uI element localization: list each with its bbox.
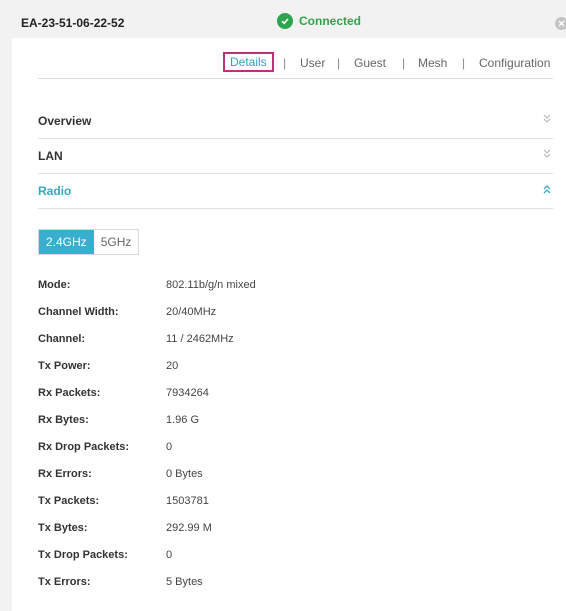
field-value: 0 [166, 549, 173, 561]
tab-mesh[interactable]: Mesh [418, 56, 447, 70]
field-label: Rx Drop Packets: [38, 441, 130, 453]
section-radio[interactable]: Radio [38, 174, 553, 209]
tab-bar: Details | User | Guest | Mesh | Configur… [12, 52, 553, 76]
field-label: Tx Drop Packets: [38, 549, 128, 561]
tabs-divider [38, 78, 553, 79]
field-row: Channel Width: 20/40MHz [38, 303, 538, 323]
field-row: Channel: 11 / 2462MHz [38, 330, 538, 350]
device-name: EA-23-51-06-22-52 [21, 16, 125, 30]
field-value: 1.96 G [166, 414, 200, 426]
field-value: 292.99 M [166, 522, 212, 534]
field-value: 11 / 2462MHz [166, 333, 234, 345]
field-row: Tx Errors: 5 Bytes [38, 573, 538, 593]
tab-separator: | [283, 56, 287, 70]
field-label: Tx Packets: [38, 495, 100, 507]
tab-separator: | [462, 56, 466, 70]
field-value: 5 Bytes [166, 576, 203, 588]
field-value: 0 [166, 441, 173, 453]
field-label: Rx Errors: [38, 468, 92, 480]
field-row: Tx Packets: 1503781 [38, 492, 538, 512]
connection-status: Connected [277, 11, 361, 31]
field-value: 20/40MHz [166, 306, 217, 318]
field-value: 0 Bytes [166, 468, 203, 480]
close-icon[interactable] [555, 17, 566, 30]
field-row: Rx Drop Packets: 0 [38, 438, 538, 458]
field-row: Tx Bytes: 292.99 M [38, 519, 538, 539]
chevron-double-down-icon[interactable] [541, 112, 553, 126]
field-row: Tx Power: 20 [38, 357, 538, 377]
section-overview[interactable]: Overview [38, 104, 553, 139]
band-5ghz-button[interactable]: 5GHz [93, 230, 139, 254]
field-label: Channel Width: [38, 306, 119, 318]
field-row: Rx Packets: 7934264 [38, 384, 538, 404]
tab-configuration[interactable]: Configuration [479, 56, 550, 70]
field-value: 802.11b/g/n mixed [166, 279, 256, 291]
band-2-4ghz-button[interactable]: 2.4GHz [39, 230, 94, 254]
panel-header: EA-23-51-06-22-52 Connected [12, 8, 566, 38]
field-label: Mode: [38, 279, 71, 291]
field-label: Rx Bytes: [38, 414, 89, 426]
field-label: Rx Packets: [38, 387, 101, 399]
section-title-lan: LAN [38, 149, 63, 163]
tab-guest[interactable]: Guest [354, 56, 386, 70]
field-row: Mode: 802.11b/g/n mixed [38, 276, 538, 296]
field-label: Tx Bytes: [38, 522, 88, 534]
field-row: Rx Errors: 0 Bytes [38, 465, 538, 485]
tab-user[interactable]: User [300, 56, 325, 70]
tab-details[interactable]: Details [223, 52, 274, 72]
band-selector: 2.4GHz 5GHz [38, 229, 140, 255]
field-label: Tx Errors: [38, 576, 91, 588]
section-title-overview: Overview [38, 114, 92, 128]
field-value: 20 [166, 360, 179, 372]
field-value: 1503781 [166, 495, 209, 507]
section-lan[interactable]: LAN [38, 139, 553, 174]
status-text: Connected [299, 14, 362, 28]
section-title-radio: Radio [38, 184, 72, 198]
tab-separator: | [337, 56, 341, 70]
field-row: Tx Drop Packets: 0 [38, 546, 538, 566]
device-details-panel: EA-23-51-06-22-52 Connected Details | Us… [12, 8, 566, 611]
check-circle-icon [277, 13, 293, 29]
chevron-double-up-icon[interactable] [541, 182, 553, 196]
field-label: Tx Power: [38, 360, 91, 372]
chevron-double-down-icon[interactable] [541, 147, 553, 161]
tab-separator: | [402, 56, 406, 70]
field-row: Rx Bytes: 1.96 G [38, 411, 538, 431]
field-value: 7934264 [166, 387, 209, 399]
field-label: Channel: [38, 333, 86, 345]
